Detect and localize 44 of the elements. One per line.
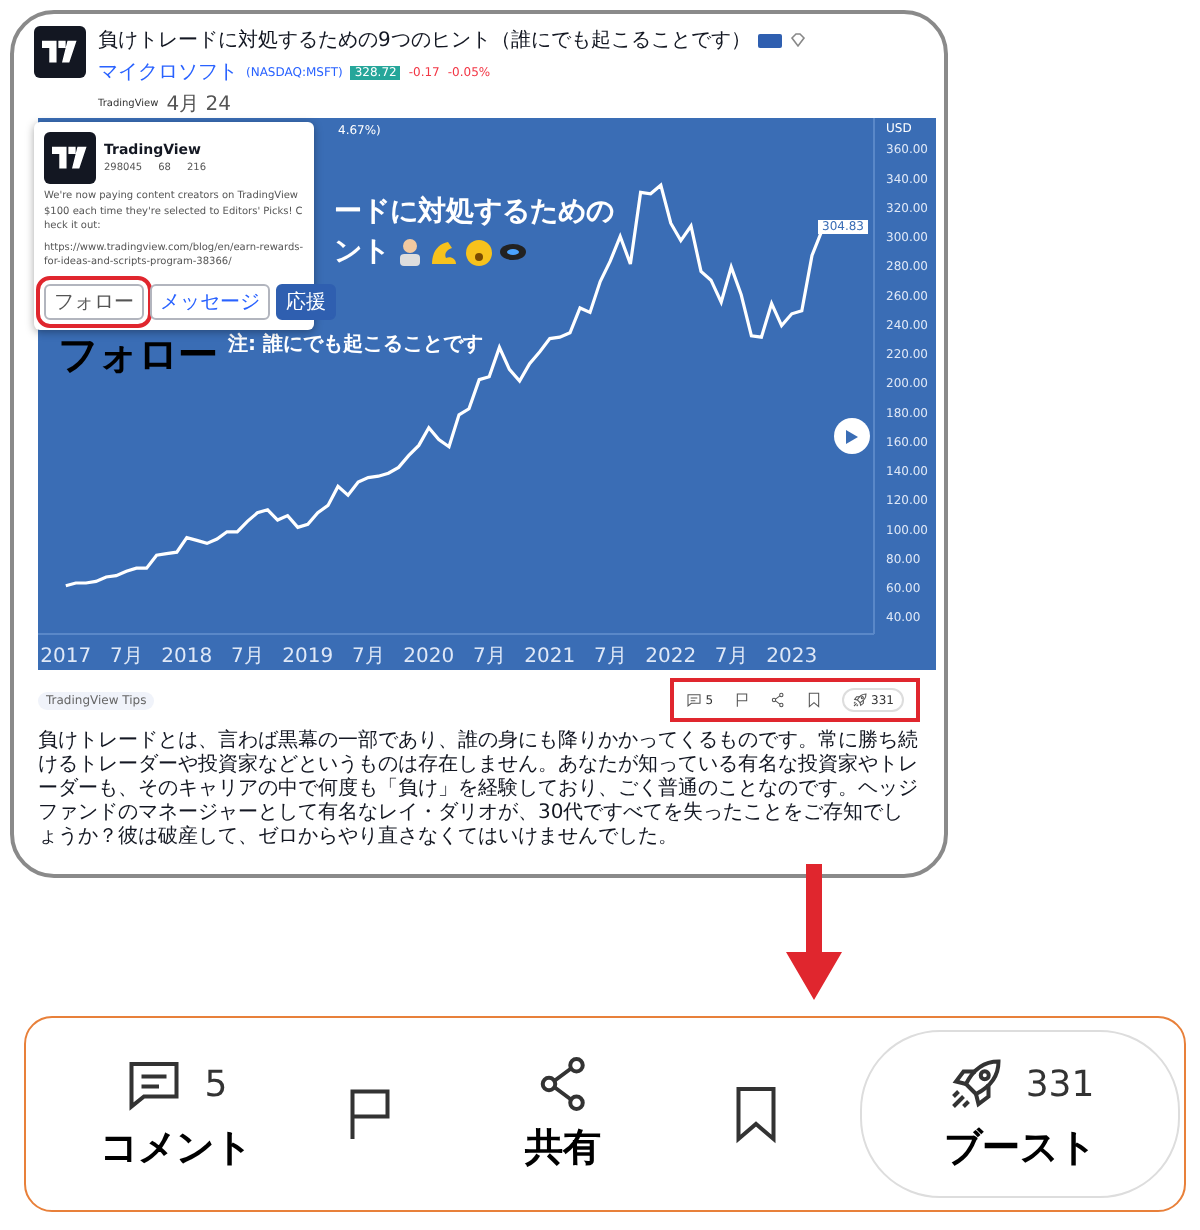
editors-pick-badge [758, 33, 783, 47]
chart-title-text: ードに対処するための [334, 194, 614, 230]
x-tick-label: 2017 [40, 646, 92, 668]
x-tick-label: 7月 [714, 646, 748, 668]
post-title: 負けトレードに対処するための9つのヒント（誰にでも起こることです） [98, 27, 751, 54]
x-tick-label: 7月 [230, 646, 264, 668]
tradingview-logo [44, 132, 96, 184]
down-arrow [786, 864, 842, 1000]
comment-button[interactable]: 5 コメント [86, 1054, 266, 1174]
x-tick-label: 7月 [109, 646, 143, 668]
ring-icon [500, 244, 526, 260]
smiley-icon [466, 239, 492, 265]
annotation-label: フォロー [58, 334, 218, 374]
comment-icon [685, 692, 702, 708]
x-tick-label: 7月 [472, 646, 506, 668]
share-button[interactable]: 共有 [473, 1054, 653, 1174]
message-button[interactable]: メッセージ [150, 283, 270, 319]
x-tick-label: 2022 [645, 646, 697, 668]
post-date: 4月 24 [166, 92, 231, 118]
play-button[interactable] [834, 418, 870, 454]
chart-title-text: ント [334, 234, 390, 270]
person-icon [398, 238, 422, 266]
x-tick-label: 7月 [593, 646, 627, 668]
symbol-link[interactable]: マイクロソフト [98, 58, 238, 86]
x-tick-label: 2021 [524, 646, 576, 668]
support-button[interactable]: 応援 [276, 283, 336, 319]
boost-button[interactable]: 331 ブースト [860, 1030, 1180, 1198]
x-tick-label: 2023 [766, 646, 818, 668]
x-tick-label: 7月 [351, 646, 385, 668]
flag-icon [733, 692, 750, 708]
diamond-icon [790, 32, 807, 48]
bookmark-button[interactable] [805, 692, 822, 708]
x-tick-label: 2018 [161, 646, 213, 668]
share-button[interactable] [769, 692, 786, 708]
chart-subtitle: 注: 誰にでも起こることです [228, 330, 483, 358]
rocket-icon [851, 692, 868, 708]
post-body: 負けトレードとは、言わば黒幕の一部であり、誰の身にも降りかかってくるものです。常に勝ち続けるトレーダーや投資家などというものは存在しません。あなたが知っている有名な投資家やトレーダーも、そのキャリアの中で何度も「負け」を経験しており、ごく普通のことなのです。ヘッジファンドのマネージャーとして有名なレイ・ダリオが、30代ですべてを失ったことをご存知でしょうか？彼は破産して、ゼロからやり直さなくてはいけませんでした。 [36, 727, 920, 852]
bookmark-icon [805, 692, 822, 708]
play-icon [846, 429, 858, 443]
x-tick-label: 2019 [282, 646, 334, 668]
tradingview-logo [34, 26, 86, 78]
share-icon [769, 692, 786, 708]
x-tick-label: 2020 [403, 646, 455, 668]
flexed-arm-icon [430, 238, 458, 266]
